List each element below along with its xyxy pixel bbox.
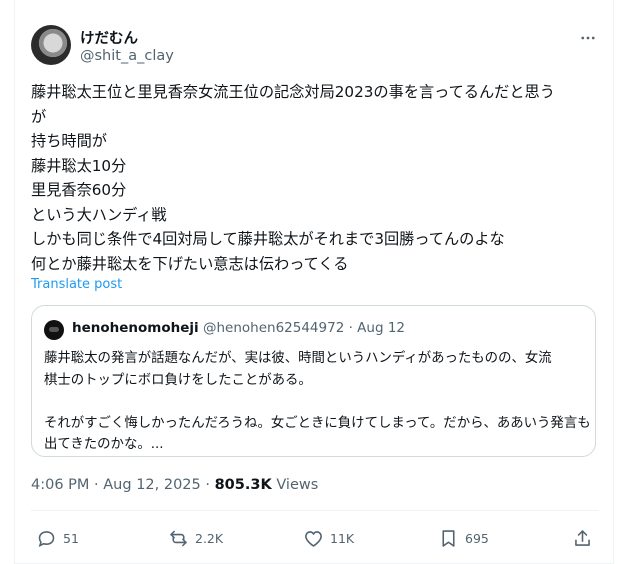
tweet-line: しかも同じ条件で4回対局して藤井聡太がそれまで3回勝ってんのよな — [31, 230, 505, 248]
author-display-name[interactable]: けだむん — [80, 27, 138, 48]
tweet-line: が — [31, 107, 47, 126]
tweet-text: 藤井聡太王位と里見香奈女流王位の記念対局2023の事を言ってるんだと思う が 持… — [31, 80, 601, 276]
share-icon — [575, 529, 590, 546]
quoted-post[interactable]: henohenomoheji @henohen62544972 · Aug 12… — [31, 305, 596, 457]
post-meta: 4:06 PM · Aug 12, 2025 · 805.3K Views — [31, 477, 318, 493]
tweet-line: 持ち時間が — [31, 132, 107, 150]
tweet-line: 里見香奈60分 — [31, 181, 127, 199]
more-horizontal-icon — [581, 36, 595, 40]
meta-separator: · — [205, 477, 215, 493]
quoted-header: henohenomoheji @henohen62544972 · Aug 12 — [72, 320, 405, 336]
quoted-line: 棋士のトップにボロ負けをしたことがある。 — [44, 372, 312, 388]
quoted-line: 藤井聡太の発言が話題なんだが、実は彼、時間というハンディがあったものの、女流 — [44, 351, 552, 366]
quoted-handle[interactable]: @henohen62544972 — [203, 320, 344, 336]
repost-icon — [170, 530, 187, 546]
heart-icon — [305, 530, 322, 547]
tweet-line: 藤井聡太10分 — [31, 156, 127, 175]
tweet-line: 藤井聡太王位と里見香奈女流王位の記念対局2023の事を言ってるんだと思う — [31, 83, 555, 101]
repost-button[interactable]: 2.2K — [168, 527, 223, 549]
more-options-button[interactable] — [578, 28, 598, 48]
post-time[interactable]: 4:06 PM — [31, 477, 89, 493]
quoted-text: 藤井聡太の発言が話題なんだが、実は彼、時間というハンディがあったものの、女流 棋… — [44, 348, 591, 456]
reply-button[interactable]: 51 — [36, 527, 79, 549]
quoted-date[interactable]: Aug 12 — [357, 320, 405, 336]
views-label: Views — [276, 477, 319, 493]
bookmark-button[interactable]: 695 — [438, 527, 489, 549]
bookmark-icon — [442, 529, 455, 547]
avatar[interactable] — [31, 25, 71, 65]
quoted-avatar[interactable] — [44, 320, 64, 340]
quoted-line — [44, 391, 589, 413]
author-handle[interactable]: @shit_a_clay — [80, 48, 174, 64]
tweet-line: という大ハンディ戦 — [31, 205, 167, 224]
reply-count: 51 — [63, 530, 79, 546]
meta-separator: · — [94, 477, 104, 493]
share-button[interactable] — [572, 527, 593, 549]
quoted-display-name[interactable]: henohenomoheji — [72, 320, 199, 336]
like-count: 11K — [330, 530, 355, 546]
bookmark-count: 695 — [465, 530, 489, 546]
reply-icon — [38, 530, 55, 547]
divider — [31, 510, 599, 511]
like-button[interactable]: 11K — [303, 527, 354, 549]
views-count: 805.3K — [214, 477, 272, 493]
frame-border-left — [14, 0, 15, 564]
repost-count: 2.2K — [195, 530, 224, 546]
frame-border-right — [613, 0, 614, 564]
quoted-line: それがすごく悔しかったんだろうね。女ごときに負けてしまって。だから、ああいう発言… — [44, 415, 591, 431]
quoted-separator: · — [348, 320, 353, 336]
post-date[interactable]: Aug 12, 2025 — [103, 477, 201, 493]
tweet-line: 何とか藤井聡太を下げたい意志は伝わってくる — [31, 254, 349, 273]
quoted-line: 出てきたのかな。... — [44, 437, 164, 452]
translate-post-link[interactable]: Translate post — [31, 277, 122, 292]
